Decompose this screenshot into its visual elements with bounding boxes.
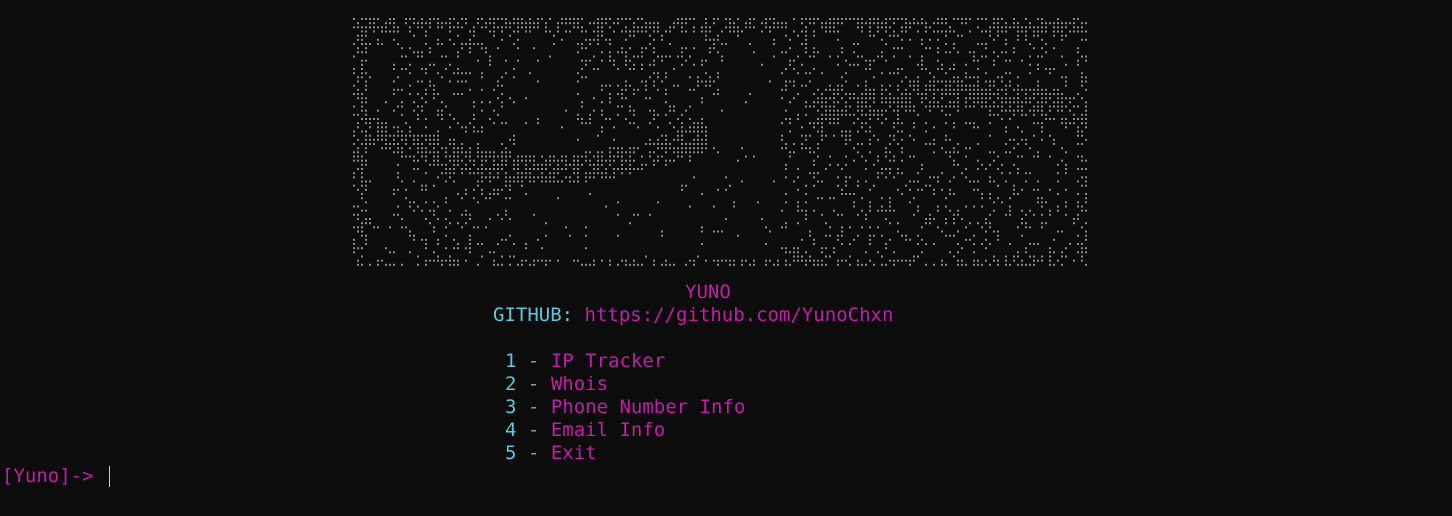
menu-separator: - [527, 419, 540, 441]
menu-item-exit[interactable]: 5 - Exit [505, 442, 597, 465]
menu-label: Exit [550, 442, 597, 464]
menu-number: 4 [505, 419, 517, 441]
command-prompt: [Yuno]-> [2, 465, 94, 487]
menu-item-ip-tracker[interactable]: 1 - IP Tracker [505, 350, 665, 373]
menu-label: Phone Number Info [550, 396, 746, 418]
menu-item-phone-number-info[interactable]: 3 - Phone Number Info [505, 396, 745, 419]
app-title: YUNO [685, 281, 731, 303]
menu-label: Email Info [550, 419, 666, 441]
menu-number: 5 [505, 442, 517, 464]
menu-separator: - [527, 442, 540, 464]
menu-item-email-info[interactable]: 4 - Email Info [505, 419, 665, 442]
github-label: GITHUB: [493, 304, 574, 326]
text-cursor[interactable] [109, 466, 110, 487]
terminal-window: YUNO GITHUB: https://github.com/YunoChxn… [0, 0, 1452, 516]
menu-separator: - [527, 396, 540, 418]
menu-label: Whois [550, 373, 609, 395]
ascii-art-banner [353, 18, 1089, 268]
ascii-art-dots [353, 18, 1087, 266]
menu-item-whois[interactable]: 2 - Whois [505, 373, 608, 396]
menu-separator: - [527, 350, 540, 372]
menu-separator: - [527, 373, 540, 395]
github-line: GITHUB: https://github.com/YunoChxn [493, 304, 893, 327]
menu-number: 3 [505, 396, 517, 418]
github-link[interactable]: https://github.com/YunoChxn [585, 304, 894, 326]
menu-label: IP Tracker [550, 350, 666, 372]
menu-number: 1 [505, 350, 517, 372]
menu-number: 2 [505, 373, 517, 395]
